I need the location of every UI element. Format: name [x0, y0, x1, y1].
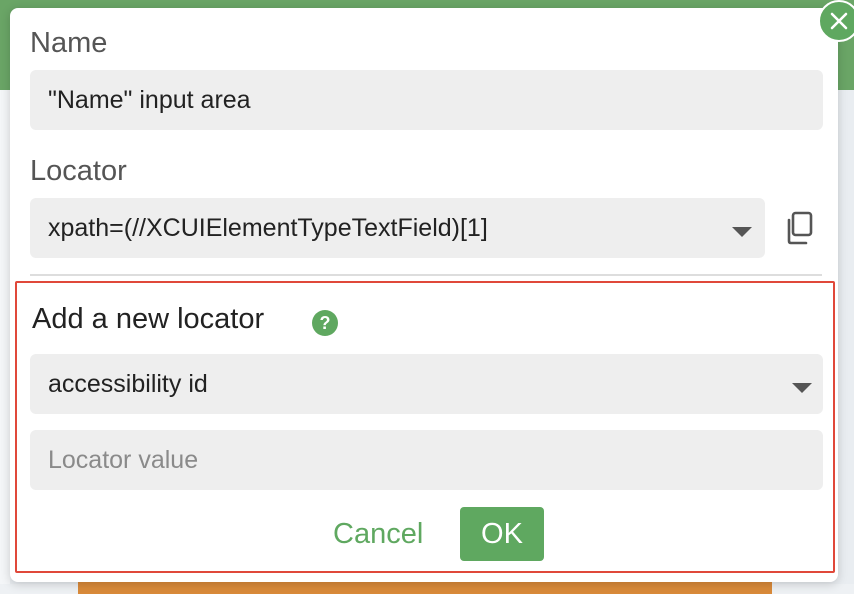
name-input-value: "Name" input area — [48, 85, 251, 114]
background-action-bar — [78, 582, 772, 594]
locator-select[interactable]: xpath=(//XCUIElementTypeTextField)[1] — [30, 198, 765, 258]
locator-strategy-value: accessibility id — [48, 369, 208, 398]
close-button[interactable] — [818, 0, 854, 42]
help-icon[interactable]: ? — [312, 310, 338, 336]
add-locator-title: Add a new locator — [32, 303, 265, 335]
close-icon — [830, 12, 848, 30]
name-input[interactable]: "Name" input area — [30, 70, 823, 130]
locator-strategy-select[interactable]: accessibility id — [30, 354, 823, 414]
chevron-down-icon — [792, 383, 812, 393]
background-sidebar — [0, 90, 10, 594]
ok-button[interactable]: OK — [460, 507, 544, 561]
add-locator-panel: Add a new locator ? accessibility id Loc… — [15, 281, 835, 573]
divider — [30, 274, 822, 276]
copy-icon[interactable] — [784, 211, 814, 245]
chevron-down-icon — [732, 227, 752, 237]
locator-select-value: xpath=(//XCUIElementTypeTextField)[1] — [48, 213, 488, 242]
locator-value-placeholder: Locator value — [48, 445, 199, 474]
cancel-button[interactable]: Cancel — [331, 508, 425, 560]
name-label: Name — [30, 27, 108, 59]
locator-value-input[interactable]: Locator value — [30, 430, 823, 490]
edit-element-dialog: Name "Name" input area Locator xpath=(//… — [10, 0, 854, 582]
locator-label: Locator — [30, 155, 127, 187]
